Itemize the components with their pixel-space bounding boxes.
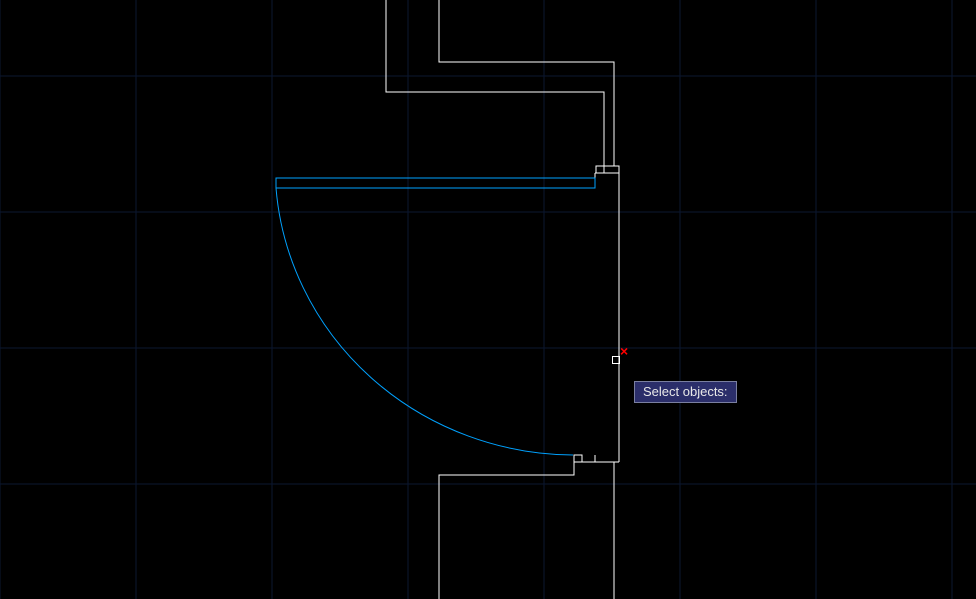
door-leaf-selected[interactable] [276,178,595,188]
wall-lines[interactable] [276,0,619,599]
cad-canvas[interactable] [0,0,976,599]
command-tooltip-text: Select objects: [643,384,728,399]
door-swing-arc-selected[interactable] [276,188,573,455]
grid [0,0,976,599]
command-tooltip: Select objects: [634,381,737,403]
